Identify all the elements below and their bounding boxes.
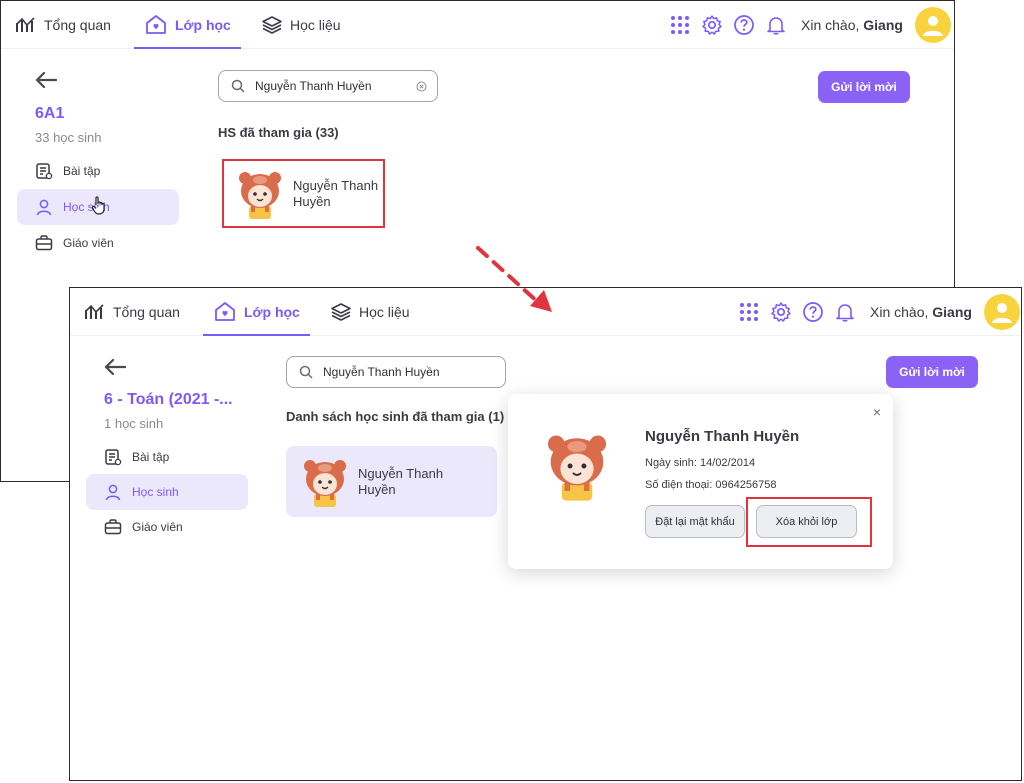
popup-student-name: Nguyễn Thanh Huyền xyxy=(645,428,800,445)
student-count: 1 học sinh xyxy=(104,416,164,431)
house-heart-icon xyxy=(213,300,237,324)
bell-icon[interactable] xyxy=(834,301,856,323)
class-name: 6 - Toán (2021 -... xyxy=(104,391,233,408)
sidebar-item-label: Học sinh xyxy=(132,485,179,499)
clear-icon[interactable] xyxy=(416,81,427,92)
student-card[interactable]: Nguyễn Thanh Huyền xyxy=(286,446,497,517)
sidebar-item-label: Giáo viên xyxy=(63,236,114,250)
tab-classes[interactable]: Lớp học xyxy=(203,288,310,336)
bell-icon[interactable] xyxy=(765,14,787,36)
tab-label: Học liệu xyxy=(359,304,410,320)
tab-overview[interactable]: Tổng quan xyxy=(15,1,111,49)
layers-icon xyxy=(261,14,283,36)
search-box[interactable] xyxy=(286,356,506,388)
top-navbar: Tổng quan Lớp học Học liệu Xin chào, Gia… xyxy=(1,1,954,49)
student-name: Nguyễn Thanh Huyền xyxy=(358,465,444,497)
person-icon xyxy=(35,198,53,216)
tab-overview[interactable]: Tổng quan xyxy=(84,288,180,336)
sidebar-item-teachers[interactable]: Giáo viên xyxy=(86,509,248,545)
screenshot-after: Tổng quan Lớp học Học liệu Xin chào, Gia… xyxy=(69,287,1022,781)
gear-icon[interactable] xyxy=(770,301,792,323)
tab-classes[interactable]: Lớp học xyxy=(134,1,241,49)
send-invite-button[interactable]: Gửi lời mời xyxy=(886,356,978,388)
sidebar-item-teachers[interactable]: Giáo viên xyxy=(17,225,179,261)
search-box[interactable] xyxy=(218,70,438,102)
main-content: 6 - Toán (2021 -... 1 học sinh Bài tập H… xyxy=(70,336,1021,780)
tab-label: Lớp học xyxy=(244,304,300,320)
tab-label: Tổng quan xyxy=(44,17,111,33)
help-icon[interactable] xyxy=(733,14,755,36)
tab-materials[interactable]: Học liệu xyxy=(261,1,341,49)
sidebar-item-students[interactable]: Học sinh xyxy=(86,474,248,510)
person-icon xyxy=(104,483,122,501)
briefcase-icon xyxy=(104,518,122,536)
assignment-icon xyxy=(104,448,122,466)
bear-avatar-icon xyxy=(544,430,610,502)
search-icon xyxy=(299,365,313,379)
send-invite-button[interactable]: Gửi lời mời xyxy=(818,71,910,103)
student-detail-popup: × Nguyễn Thanh Huyền Ngày sinh: 14/02/20… xyxy=(508,394,893,569)
chart-icon xyxy=(15,15,37,35)
tab-label: Học liệu xyxy=(290,17,341,33)
hand-cursor-icon xyxy=(91,195,107,215)
greeting-text: Xin chào, Giang xyxy=(801,17,903,33)
layers-icon xyxy=(330,301,352,323)
search-input[interactable] xyxy=(323,365,473,379)
bear-avatar-icon xyxy=(302,456,348,508)
user-icon xyxy=(991,303,1012,323)
tab-label: Lớp học xyxy=(175,17,231,33)
house-heart-icon xyxy=(144,13,168,37)
sidebar-item-label: Giáo viên xyxy=(132,520,183,534)
highlight-box xyxy=(746,497,872,547)
search-icon xyxy=(231,79,245,93)
section-title: Danh sách học sinh đã tham gia (1) xyxy=(286,409,505,424)
user-icon xyxy=(922,16,943,36)
help-icon[interactable] xyxy=(802,301,824,323)
top-right-actions: Xin chào, Giang xyxy=(738,288,1020,336)
student-count: 33 học sinh xyxy=(35,130,102,145)
back-arrow-icon[interactable] xyxy=(104,354,127,380)
highlight-box xyxy=(222,159,385,228)
chart-icon xyxy=(84,302,106,322)
search-input[interactable] xyxy=(255,79,405,93)
popup-birthday: Ngày sinh: 14/02/2014 xyxy=(645,457,756,469)
briefcase-icon xyxy=(35,234,53,252)
sidebar-item-label: Bài tập xyxy=(132,450,170,464)
tab-materials[interactable]: Học liệu xyxy=(330,288,410,336)
greeting-text: Xin chào, Giang xyxy=(870,304,972,320)
gear-icon[interactable] xyxy=(701,14,723,36)
top-right-actions: Xin chào, Giang xyxy=(669,1,951,49)
user-avatar[interactable] xyxy=(914,7,951,43)
sidebar-item-assignments[interactable]: Bài tập xyxy=(17,153,179,189)
section-title: HS đã tham gia (33) xyxy=(218,125,339,140)
tab-label: Tổng quan xyxy=(113,304,180,320)
close-icon[interactable]: × xyxy=(873,404,881,420)
sidebar-item-assignments[interactable]: Bài tập xyxy=(86,439,248,475)
reset-password-button[interactable]: Đặt lại mật khẩu xyxy=(645,505,745,538)
sidebar-item-students[interactable]: Học sinh xyxy=(17,189,179,225)
transition-arrow xyxy=(476,246,552,312)
apps-grid-icon[interactable] xyxy=(669,14,691,36)
popup-phone: Số điện thoại: 0964256758 xyxy=(645,479,777,491)
apps-grid-icon[interactable] xyxy=(738,301,760,323)
class-name: 6A1 xyxy=(35,105,65,122)
sidebar-item-label: Bài tập xyxy=(63,164,101,178)
user-avatar[interactable] xyxy=(983,294,1020,330)
back-arrow-icon[interactable] xyxy=(35,67,58,93)
assignment-icon xyxy=(35,162,53,180)
